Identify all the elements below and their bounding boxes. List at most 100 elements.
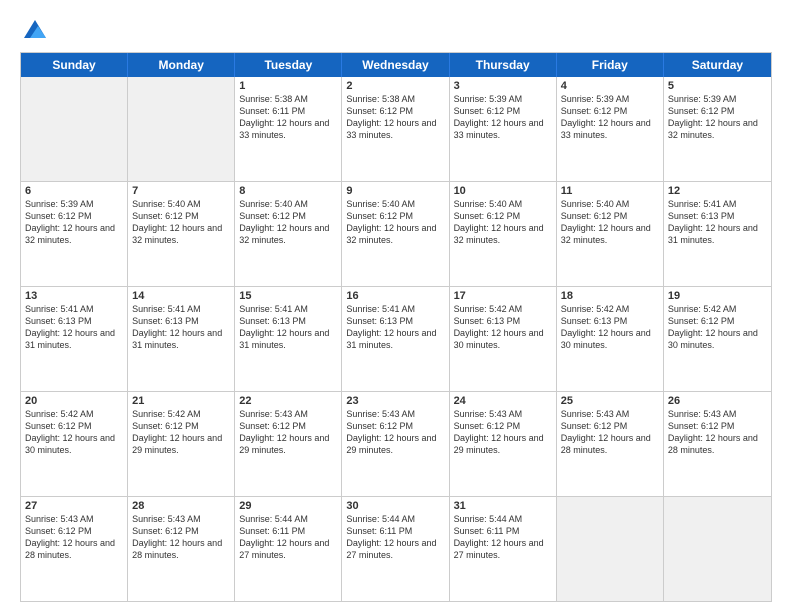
calendar-header-thursday: Thursday — [450, 53, 557, 77]
day-number: 21 — [132, 395, 230, 407]
calendar-header-saturday: Saturday — [664, 53, 771, 77]
day-info: Sunrise: 5:43 AM Sunset: 6:12 PM Dayligh… — [346, 408, 444, 457]
calendar-day-11: 11Sunrise: 5:40 AM Sunset: 6:12 PM Dayli… — [557, 182, 664, 286]
calendar-day-7: 7Sunrise: 5:40 AM Sunset: 6:12 PM Daylig… — [128, 182, 235, 286]
calendar-day-31: 31Sunrise: 5:44 AM Sunset: 6:11 PM Dayli… — [450, 497, 557, 601]
day-number: 5 — [668, 80, 767, 92]
day-info: Sunrise: 5:43 AM Sunset: 6:12 PM Dayligh… — [132, 513, 230, 562]
calendar-day-28: 28Sunrise: 5:43 AM Sunset: 6:12 PM Dayli… — [128, 497, 235, 601]
day-number: 9 — [346, 185, 444, 197]
calendar-day-10: 10Sunrise: 5:40 AM Sunset: 6:12 PM Dayli… — [450, 182, 557, 286]
calendar-day-6: 6Sunrise: 5:39 AM Sunset: 6:12 PM Daylig… — [21, 182, 128, 286]
calendar-empty-cell — [128, 77, 235, 181]
calendar-day-23: 23Sunrise: 5:43 AM Sunset: 6:12 PM Dayli… — [342, 392, 449, 496]
calendar-day-3: 3Sunrise: 5:39 AM Sunset: 6:12 PM Daylig… — [450, 77, 557, 181]
day-info: Sunrise: 5:41 AM Sunset: 6:13 PM Dayligh… — [668, 198, 767, 247]
calendar-header-row: SundayMondayTuesdayWednesdayThursdayFrid… — [21, 53, 771, 77]
day-info: Sunrise: 5:42 AM Sunset: 6:12 PM Dayligh… — [25, 408, 123, 457]
day-info: Sunrise: 5:42 AM Sunset: 6:12 PM Dayligh… — [668, 303, 767, 352]
calendar-day-12: 12Sunrise: 5:41 AM Sunset: 6:13 PM Dayli… — [664, 182, 771, 286]
logo — [20, 16, 52, 46]
day-info: Sunrise: 5:44 AM Sunset: 6:11 PM Dayligh… — [454, 513, 552, 562]
day-number: 24 — [454, 395, 552, 407]
day-info: Sunrise: 5:39 AM Sunset: 6:12 PM Dayligh… — [668, 93, 767, 142]
calendar-empty-cell — [557, 497, 664, 601]
calendar-day-17: 17Sunrise: 5:42 AM Sunset: 6:13 PM Dayli… — [450, 287, 557, 391]
calendar-body: 1Sunrise: 5:38 AM Sunset: 6:11 PM Daylig… — [21, 77, 771, 601]
day-number: 1 — [239, 80, 337, 92]
calendar-header-monday: Monday — [128, 53, 235, 77]
day-number: 27 — [25, 500, 123, 512]
day-number: 29 — [239, 500, 337, 512]
calendar-header-tuesday: Tuesday — [235, 53, 342, 77]
calendar-day-21: 21Sunrise: 5:42 AM Sunset: 6:12 PM Dayli… — [128, 392, 235, 496]
day-info: Sunrise: 5:39 AM Sunset: 6:12 PM Dayligh… — [454, 93, 552, 142]
calendar-day-19: 19Sunrise: 5:42 AM Sunset: 6:12 PM Dayli… — [664, 287, 771, 391]
day-number: 13 — [25, 290, 123, 302]
day-info: Sunrise: 5:42 AM Sunset: 6:13 PM Dayligh… — [454, 303, 552, 352]
calendar-week-5: 27Sunrise: 5:43 AM Sunset: 6:12 PM Dayli… — [21, 497, 771, 601]
day-number: 18 — [561, 290, 659, 302]
day-info: Sunrise: 5:40 AM Sunset: 6:12 PM Dayligh… — [454, 198, 552, 247]
day-info: Sunrise: 5:44 AM Sunset: 6:11 PM Dayligh… — [346, 513, 444, 562]
day-info: Sunrise: 5:43 AM Sunset: 6:12 PM Dayligh… — [561, 408, 659, 457]
calendar-day-18: 18Sunrise: 5:42 AM Sunset: 6:13 PM Dayli… — [557, 287, 664, 391]
day-info: Sunrise: 5:39 AM Sunset: 6:12 PM Dayligh… — [25, 198, 123, 247]
calendar-day-20: 20Sunrise: 5:42 AM Sunset: 6:12 PM Dayli… — [21, 392, 128, 496]
calendar-header-sunday: Sunday — [21, 53, 128, 77]
day-info: Sunrise: 5:38 AM Sunset: 6:12 PM Dayligh… — [346, 93, 444, 142]
calendar-empty-cell — [21, 77, 128, 181]
calendar-day-4: 4Sunrise: 5:39 AM Sunset: 6:12 PM Daylig… — [557, 77, 664, 181]
day-number: 2 — [346, 80, 444, 92]
day-number: 10 — [454, 185, 552, 197]
calendar-day-22: 22Sunrise: 5:43 AM Sunset: 6:12 PM Dayli… — [235, 392, 342, 496]
calendar-day-5: 5Sunrise: 5:39 AM Sunset: 6:12 PM Daylig… — [664, 77, 771, 181]
calendar-header-wednesday: Wednesday — [342, 53, 449, 77]
calendar-day-29: 29Sunrise: 5:44 AM Sunset: 6:11 PM Dayli… — [235, 497, 342, 601]
calendar-empty-cell — [664, 497, 771, 601]
day-number: 4 — [561, 80, 659, 92]
calendar-day-25: 25Sunrise: 5:43 AM Sunset: 6:12 PM Dayli… — [557, 392, 664, 496]
day-info: Sunrise: 5:41 AM Sunset: 6:13 PM Dayligh… — [346, 303, 444, 352]
day-info: Sunrise: 5:39 AM Sunset: 6:12 PM Dayligh… — [561, 93, 659, 142]
day-number: 7 — [132, 185, 230, 197]
calendar-week-4: 20Sunrise: 5:42 AM Sunset: 6:12 PM Dayli… — [21, 392, 771, 497]
calendar-day-15: 15Sunrise: 5:41 AM Sunset: 6:13 PM Dayli… — [235, 287, 342, 391]
calendar-day-9: 9Sunrise: 5:40 AM Sunset: 6:12 PM Daylig… — [342, 182, 449, 286]
calendar-day-27: 27Sunrise: 5:43 AM Sunset: 6:12 PM Dayli… — [21, 497, 128, 601]
calendar-day-24: 24Sunrise: 5:43 AM Sunset: 6:12 PM Dayli… — [450, 392, 557, 496]
day-info: Sunrise: 5:42 AM Sunset: 6:12 PM Dayligh… — [132, 408, 230, 457]
day-number: 30 — [346, 500, 444, 512]
calendar-week-1: 1Sunrise: 5:38 AM Sunset: 6:11 PM Daylig… — [21, 77, 771, 182]
day-info: Sunrise: 5:41 AM Sunset: 6:13 PM Dayligh… — [239, 303, 337, 352]
day-number: 31 — [454, 500, 552, 512]
day-number: 15 — [239, 290, 337, 302]
day-number: 25 — [561, 395, 659, 407]
day-number: 11 — [561, 185, 659, 197]
day-info: Sunrise: 5:40 AM Sunset: 6:12 PM Dayligh… — [561, 198, 659, 247]
day-number: 17 — [454, 290, 552, 302]
calendar-day-13: 13Sunrise: 5:41 AM Sunset: 6:13 PM Dayli… — [21, 287, 128, 391]
day-number: 8 — [239, 185, 337, 197]
calendar: SundayMondayTuesdayWednesdayThursdayFrid… — [20, 52, 772, 602]
day-number: 20 — [25, 395, 123, 407]
logo-icon — [20, 16, 50, 46]
day-info: Sunrise: 5:41 AM Sunset: 6:13 PM Dayligh… — [25, 303, 123, 352]
calendar-day-26: 26Sunrise: 5:43 AM Sunset: 6:12 PM Dayli… — [664, 392, 771, 496]
day-info: Sunrise: 5:43 AM Sunset: 6:12 PM Dayligh… — [454, 408, 552, 457]
header — [20, 16, 772, 46]
day-info: Sunrise: 5:41 AM Sunset: 6:13 PM Dayligh… — [132, 303, 230, 352]
day-info: Sunrise: 5:43 AM Sunset: 6:12 PM Dayligh… — [239, 408, 337, 457]
day-number: 22 — [239, 395, 337, 407]
day-number: 3 — [454, 80, 552, 92]
day-info: Sunrise: 5:40 AM Sunset: 6:12 PM Dayligh… — [239, 198, 337, 247]
day-number: 12 — [668, 185, 767, 197]
day-info: Sunrise: 5:43 AM Sunset: 6:12 PM Dayligh… — [25, 513, 123, 562]
calendar-day-1: 1Sunrise: 5:38 AM Sunset: 6:11 PM Daylig… — [235, 77, 342, 181]
day-number: 16 — [346, 290, 444, 302]
calendar-header-friday: Friday — [557, 53, 664, 77]
day-number: 23 — [346, 395, 444, 407]
day-number: 28 — [132, 500, 230, 512]
calendar-week-3: 13Sunrise: 5:41 AM Sunset: 6:13 PM Dayli… — [21, 287, 771, 392]
day-number: 14 — [132, 290, 230, 302]
